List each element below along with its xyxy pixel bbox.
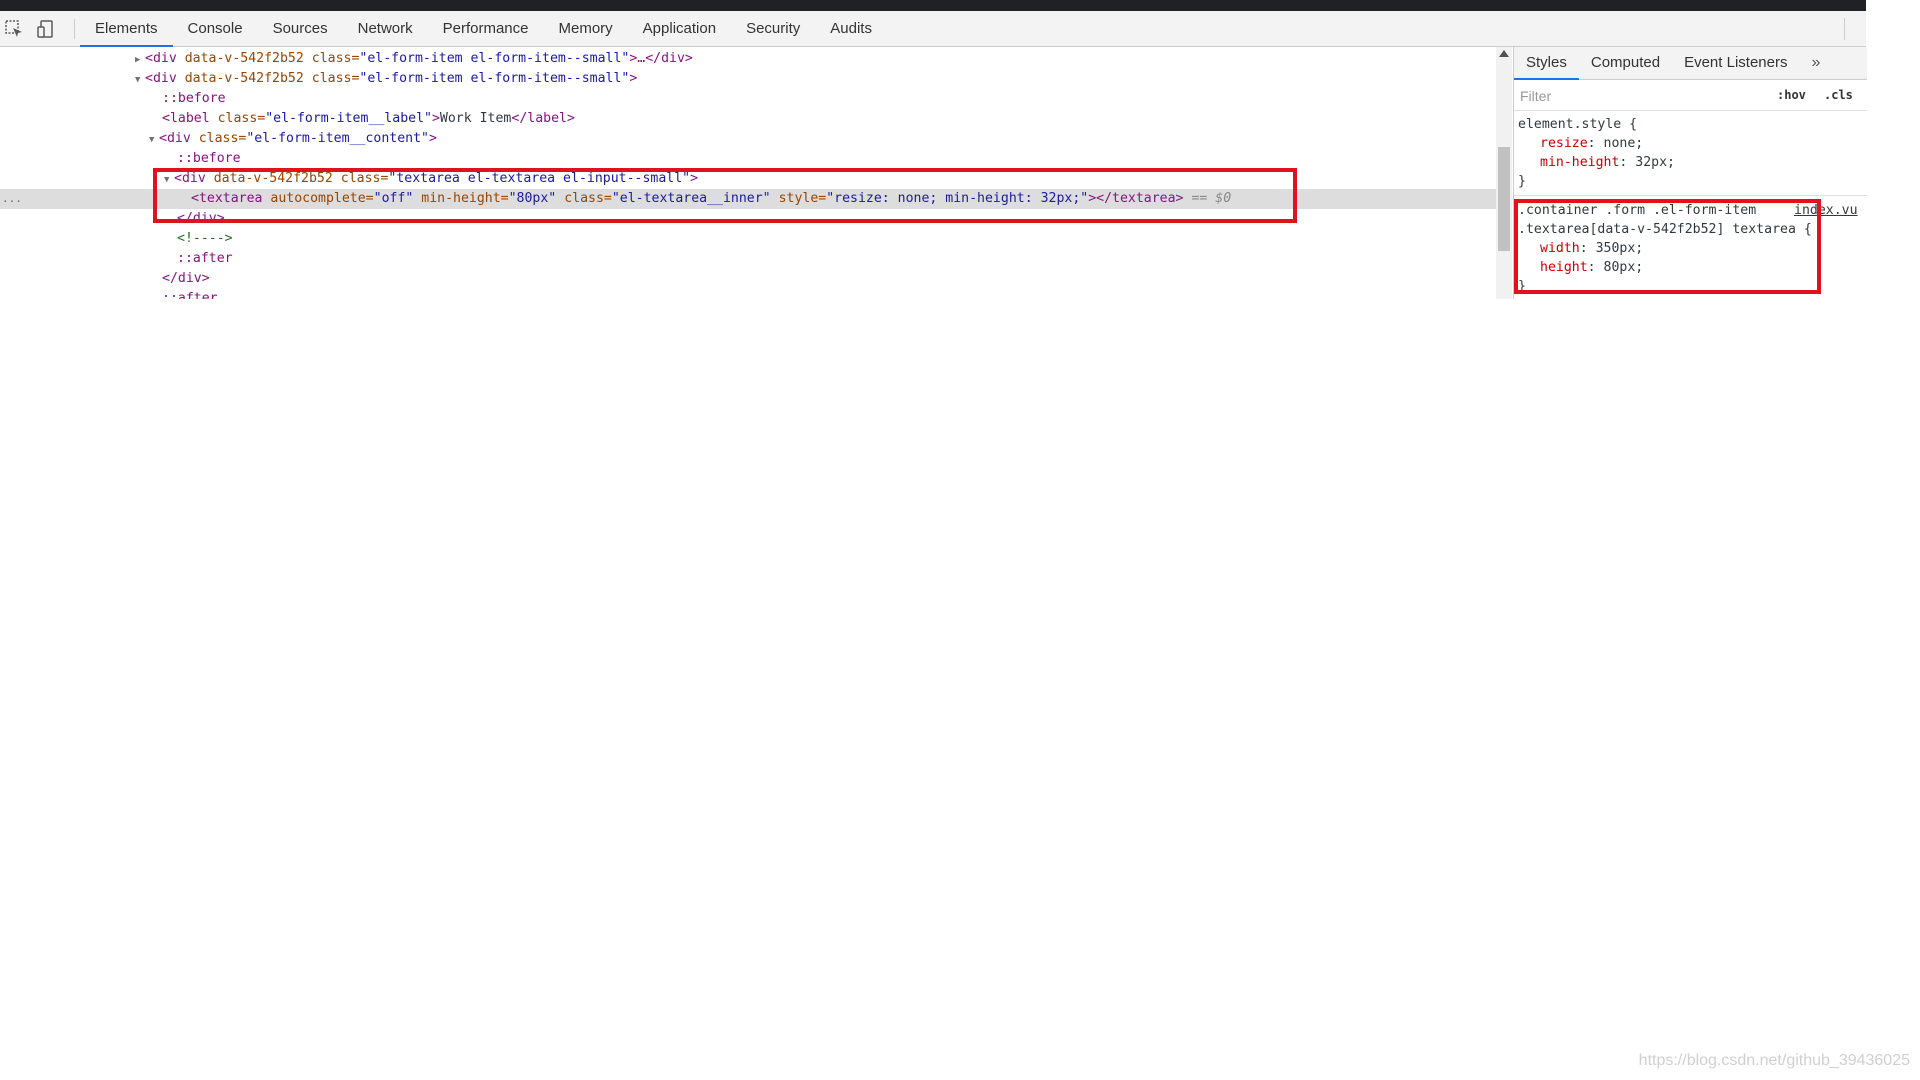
tab-computed[interactable]: Computed [1579,47,1672,79]
tab-security[interactable]: Security [731,11,815,46]
rule-divider [1514,195,1867,196]
rule-close-brace: } [1518,279,1526,294]
device-toolbar-icon[interactable] [36,19,56,39]
style-declaration[interactable]: height: 80px; [1514,258,1867,277]
tab-console[interactable]: Console [173,11,258,46]
devtools-tab-strip: Elements Console Sources Network Perform… [80,11,887,47]
toolbar-separator [74,19,75,39]
styles-tab-strip: Styles Computed Event Listeners » [1514,47,1867,80]
tab-styles[interactable]: Styles [1514,47,1579,80]
dom-node[interactable]: ▼ <div data-v-542f2b52 class="textarea el… [0,169,1496,189]
dom-node[interactable]: <label class="el-form-item__label">Work … [0,109,1496,129]
tab-audits[interactable]: Audits [815,11,887,46]
rule-selector[interactable]: .container .form .el-form-item [1518,203,1756,218]
style-rule-element: element.style { resize: none; min-height… [1514,115,1867,191]
dom-node[interactable]: ▶ <div data-v-542f2b52 class="el-form-ite… [0,49,1496,69]
dom-closing-tag[interactable]: </div> [0,269,1496,289]
tab-elements[interactable]: Elements [80,11,173,47]
dom-node-selected[interactable]: ... <textarea autocomplete="off" min-heig… [0,189,1496,209]
scrollbar-thumb[interactable] [1498,147,1510,251]
dom-closing-tag[interactable]: </div> [0,209,1496,229]
dom-comment[interactable]: <!----> [0,229,1496,249]
dom-node[interactable]: ▼ <div data-v-542f2b52 class="el-form-ite… [0,69,1496,89]
more-tabs-chevron-icon[interactable]: » [1799,47,1832,79]
style-declaration[interactable]: resize: none; [1514,134,1867,153]
collapse-triangle-icon[interactable]: ▼ [149,130,159,150]
hover-state-toggle[interactable]: :hov [1777,80,1806,110]
watermark-text: https://blog.csdn.net/github_39436025 [1638,1052,1910,1069]
inspect-element-icon[interactable] [4,19,24,39]
style-declaration[interactable]: min-height: 32px; [1514,153,1867,172]
toolbar-end-separator [1844,18,1845,40]
dom-node[interactable]: ▼ <div class="el-form-item__content"> [0,129,1496,149]
styles-filter-bar: :hov .cls [1514,80,1867,111]
tab-performance[interactable]: Performance [428,11,544,46]
dom-pseudo-after[interactable]: ::after [0,289,1496,299]
styles-filter-input[interactable] [1518,84,1772,108]
tab-sources[interactable]: Sources [258,11,343,46]
tab-network[interactable]: Network [343,11,428,46]
elements-dom-tree: ▶ <div data-v-542f2b52 class="el-form-ite… [0,47,1496,299]
tab-event-listeners[interactable]: Event Listeners [1672,47,1799,79]
style-declaration[interactable]: width: 350px; [1514,239,1867,258]
dom-pseudo-before[interactable]: ::before [0,149,1496,169]
style-source-link[interactable]: index.vu [1794,201,1858,220]
node-actions-icon[interactable]: ... [2,189,22,209]
rule-selector[interactable]: .textarea[data-v-542f2b52] textarea { [1518,222,1812,237]
style-rule-textarea: .container .form .el-form-item index.vu .… [1514,201,1867,296]
styles-sidebar: Styles Computed Event Listeners » :hov .… [1513,47,1867,299]
elements-scrollbar[interactable] [1496,47,1512,299]
collapse-triangle-icon[interactable]: ▼ [164,170,174,190]
tab-memory[interactable]: Memory [544,11,628,46]
window-top-bar [0,0,1866,11]
dom-pseudo-before[interactable]: ::before [0,89,1496,109]
dom-pseudo-after[interactable]: ::after [0,249,1496,269]
devtools-toolbar: Elements Console Sources Network Perform… [0,11,1866,47]
rule-selector[interactable]: element.style { [1518,117,1637,132]
scroll-up-arrow-icon[interactable] [1499,50,1509,57]
expand-triangle-icon[interactable]: ▶ [135,50,145,70]
class-toggle[interactable]: .cls [1824,80,1853,110]
tab-application[interactable]: Application [628,11,731,46]
rule-close-brace: } [1518,174,1526,189]
collapse-triangle-icon[interactable]: ▼ [135,70,145,90]
